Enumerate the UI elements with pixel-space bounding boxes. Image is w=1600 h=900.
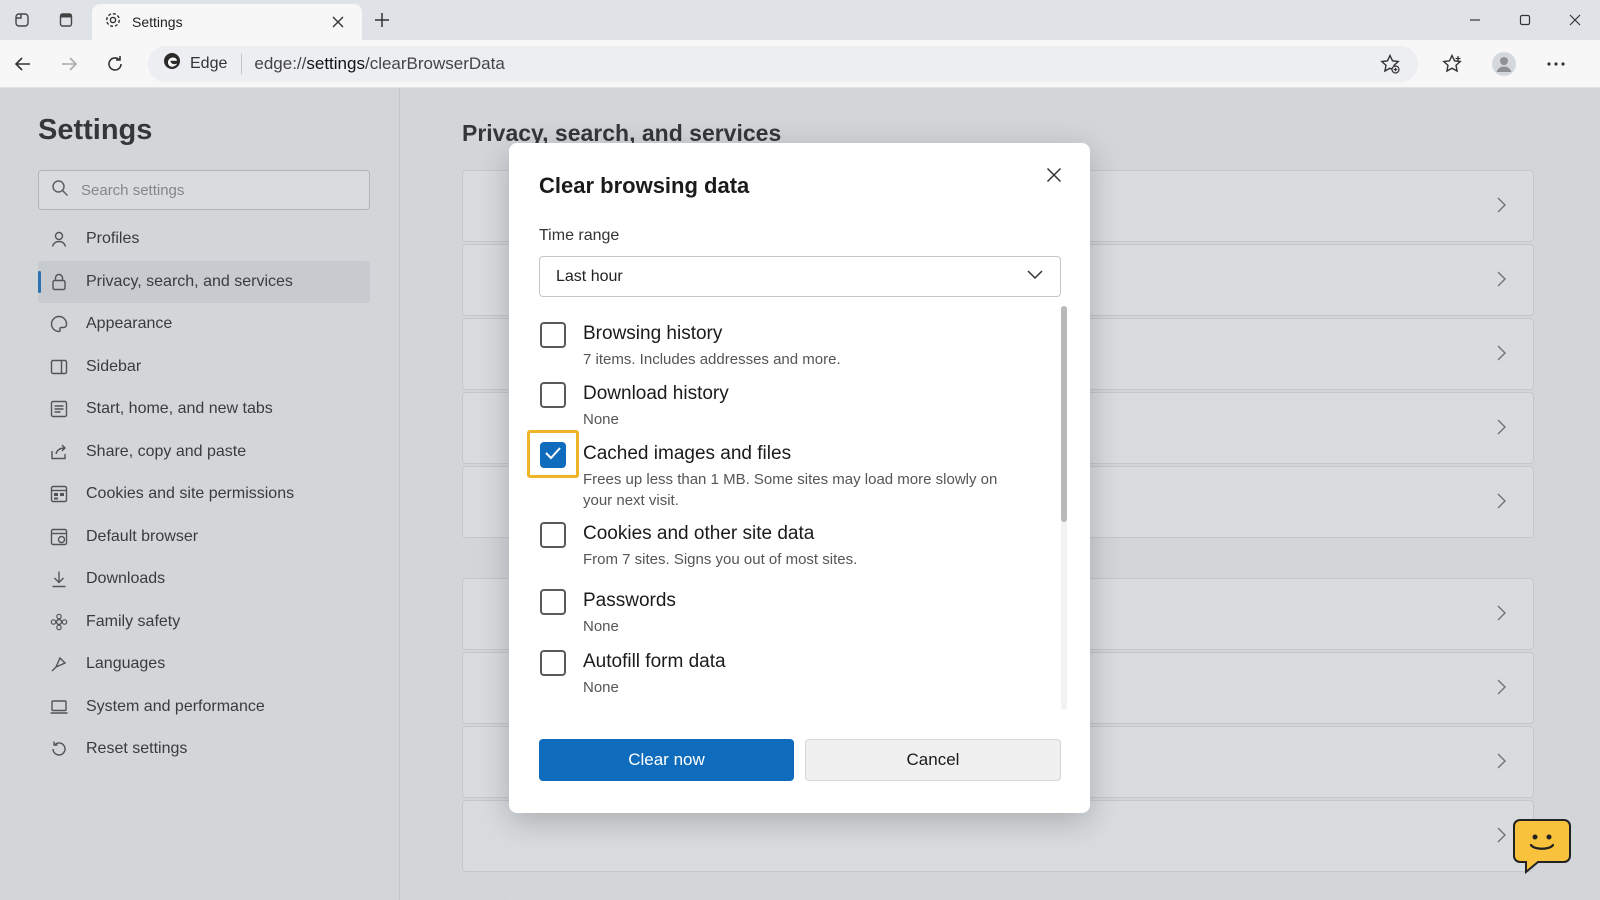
option-label: Download history — [583, 383, 729, 404]
url-host: settings — [306, 53, 365, 73]
url-path: /clearBrowserData — [364, 53, 505, 73]
option-description: None — [583, 679, 619, 696]
gear-icon — [104, 11, 122, 34]
toolbar-actions — [1426, 44, 1582, 84]
address-bar[interactable]: Edge edge://settings/clearBrowserData — [148, 45, 1418, 82]
address-toolbar: Edge edge://settings/clearBrowserData — [0, 40, 1600, 88]
option-description: None — [583, 411, 619, 428]
refresh-icon[interactable] — [92, 44, 138, 84]
forward-icon[interactable] — [46, 44, 92, 84]
edge-logo-icon — [162, 51, 182, 76]
clear-now-button[interactable]: Clear now — [539, 739, 794, 781]
time-range-select[interactable]: Last hour — [539, 256, 1061, 297]
option-label: Passwords — [583, 590, 676, 611]
passwords-checkbox[interactable] — [540, 589, 566, 615]
maximize-icon[interactable] — [1500, 0, 1550, 40]
feedback-smiley-icon[interactable] — [1512, 818, 1572, 875]
cancel-button[interactable]: Cancel — [805, 739, 1061, 781]
download-history-checkbox[interactable] — [540, 382, 566, 408]
autofill-checkbox[interactable] — [540, 650, 566, 676]
option-label: Browsing history — [583, 323, 723, 344]
option-description: Frees up less than 1 MB. Some sites may … — [583, 471, 998, 509]
option-label: Cookies and other site data — [583, 523, 815, 544]
options-scrollbar-thumb[interactable] — [1061, 306, 1067, 522]
dialog-title: Clear browsing data — [539, 173, 750, 198]
clear-browsing-data-dialog: Clear browsing data Time range Last hour… — [509, 143, 1090, 813]
url-text[interactable]: edge://settings/clearBrowserData — [254, 54, 504, 74]
checkmark-icon — [544, 446, 562, 465]
favorites-icon[interactable] — [1426, 44, 1478, 84]
tab-settings[interactable]: Settings — [92, 4, 362, 40]
tab-actions-icon[interactable] — [44, 0, 88, 40]
profile-avatar-icon[interactable] — [1478, 44, 1530, 84]
new-tab-icon[interactable] — [362, 0, 402, 40]
option-label: Autofill form data — [583, 651, 726, 672]
option-label: Cached images and files — [583, 443, 792, 464]
close-icon[interactable] — [1038, 159, 1070, 191]
option-description: From 7 sites. Signs you out of most site… — [583, 551, 858, 568]
cookies-checkbox[interactable] — [540, 522, 566, 548]
chevron-down-icon — [1026, 268, 1044, 286]
workspaces-icon[interactable] — [0, 0, 44, 40]
more-menu-icon[interactable] — [1530, 44, 1582, 84]
url-scheme: edge:// — [254, 53, 307, 73]
time-range-label: Time range — [539, 227, 620, 244]
cached-images-checkbox[interactable] — [540, 442, 566, 468]
add-favorite-icon[interactable] — [1376, 50, 1404, 78]
edge-chip-label: Edge — [190, 54, 228, 72]
close-tab-icon[interactable] — [326, 10, 350, 34]
edge-chip[interactable]: Edge — [162, 51, 243, 76]
close-window-icon[interactable] — [1550, 0, 1600, 40]
time-range-value: Last hour — [556, 267, 623, 285]
option-description: None — [583, 618, 619, 635]
back-icon[interactable] — [0, 44, 46, 84]
tab-title: Settings — [132, 14, 183, 30]
tab-strip: Settings — [0, 0, 1600, 40]
browsing-history-checkbox[interactable] — [540, 322, 566, 348]
window-controls — [1450, 0, 1600, 40]
option-description: 7 items. Includes addresses and more. — [583, 351, 841, 368]
minimize-icon[interactable] — [1450, 0, 1500, 40]
